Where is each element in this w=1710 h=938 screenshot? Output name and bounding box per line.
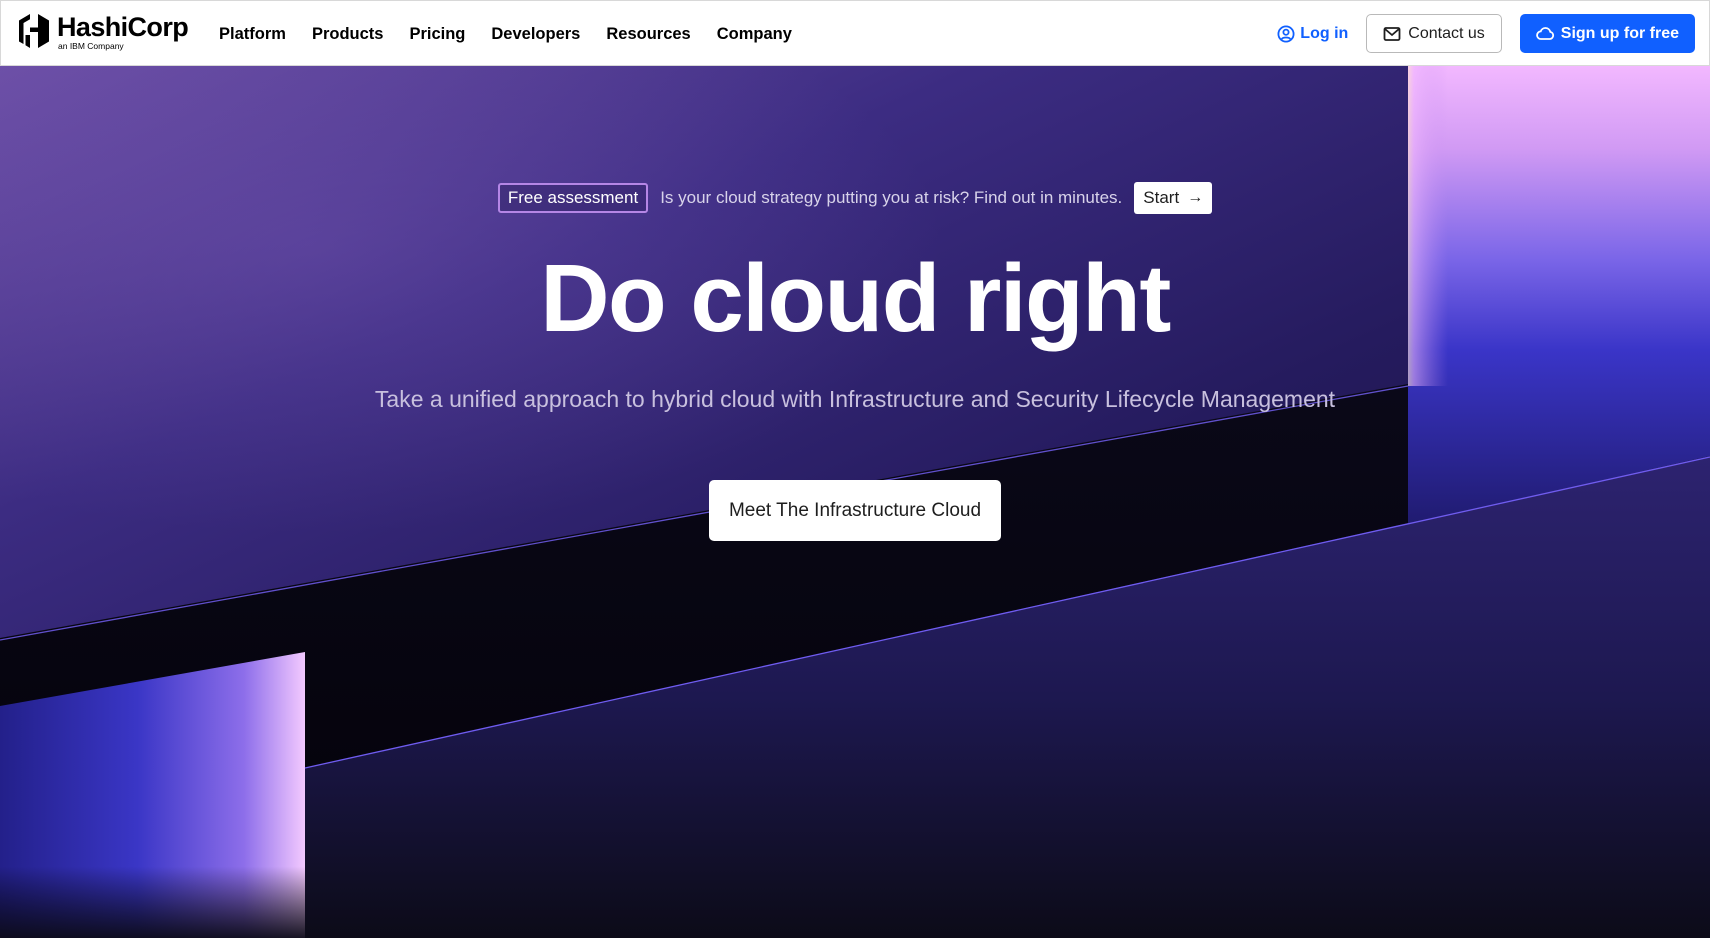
mail-icon bbox=[1383, 26, 1401, 41]
sign-up-label: Sign up for free bbox=[1560, 24, 1679, 42]
nav-item-developers[interactable]: Developers bbox=[491, 25, 580, 44]
nav-item-resources[interactable]: Resources bbox=[606, 25, 690, 44]
banner-text: Is your cloud strategy putting you at ri… bbox=[660, 188, 1123, 207]
login-label: Log in bbox=[1300, 24, 1349, 42]
nav-item-products[interactable]: Products bbox=[312, 25, 384, 44]
login-link[interactable]: Log in bbox=[1277, 25, 1348, 43]
start-label: Start bbox=[1143, 188, 1180, 207]
site-header: HashiCorp an IBM Company Platform Produc… bbox=[0, 0, 1710, 66]
contact-us-label: Contact us bbox=[1408, 24, 1485, 42]
header-actions: Log in Contact us Sign up for free bbox=[1277, 14, 1695, 53]
hero-section: Free assessment Is your cloud strategy p… bbox=[0, 66, 1710, 938]
nav-item-company[interactable]: Company bbox=[717, 25, 792, 44]
hashicorp-logo[interactable]: HashiCorp an IBM Company bbox=[17, 12, 189, 51]
assessment-banner: Free assessment Is your cloud strategy p… bbox=[0, 182, 1710, 214]
hashicorp-logo-icon bbox=[19, 14, 49, 48]
nav-item-platform[interactable]: Platform bbox=[219, 25, 286, 44]
meet-infrastructure-cloud-button[interactable]: Meet The Infrastructure Cloud bbox=[709, 480, 1001, 541]
main-nav: Platform Products Pricing Developers Res… bbox=[219, 1, 818, 67]
start-button[interactable]: Start → bbox=[1134, 182, 1213, 214]
cta-label: Meet The Infrastructure Cloud bbox=[728, 499, 982, 521]
hero-subheadline: Take a unified approach to hybrid cloud … bbox=[374, 386, 1336, 412]
cloud-icon bbox=[1535, 27, 1554, 40]
free-assessment-badge: Free assessment bbox=[497, 183, 649, 213]
page: HashiCorp an IBM Company Platform Produc… bbox=[0, 0, 1710, 938]
sign-up-button[interactable]: Sign up for free bbox=[1519, 14, 1695, 53]
contact-us-button[interactable]: Contact us bbox=[1366, 14, 1502, 53]
hero-headline: Do cloud right bbox=[540, 245, 1171, 352]
nav-item-pricing[interactable]: Pricing bbox=[409, 25, 465, 44]
arrow-right-icon: → bbox=[1187, 189, 1204, 206]
logo-tagline: an IBM Company bbox=[58, 41, 124, 51]
user-circle-icon bbox=[1277, 25, 1295, 42]
logo-wordmark: HashiCorp bbox=[57, 12, 189, 42]
